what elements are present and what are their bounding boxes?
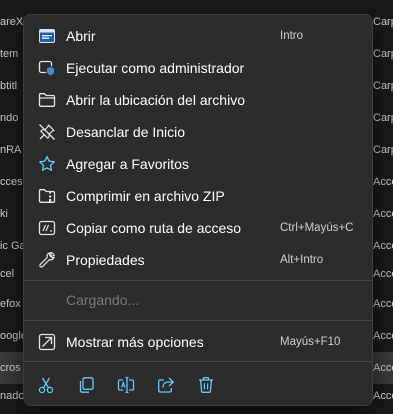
file-type: Carp	[373, 80, 393, 92]
folder-icon	[38, 91, 56, 109]
shield-icon	[38, 59, 56, 77]
unpin-icon	[38, 123, 56, 141]
menu-item-shortcut: Mayús+F10	[280, 336, 341, 348]
menu-item-compress-zip[interactable]: Comprimir en archivo ZIP	[30, 181, 366, 211]
copy-path-icon	[38, 219, 56, 237]
menu-item-open-file-location[interactable]: Abrir la ubicación del archivo	[30, 85, 366, 115]
menu-item-open[interactable]: Abrir Intro	[30, 21, 366, 51]
file-type: Carp	[373, 48, 393, 60]
file-type: Acce	[373, 176, 393, 188]
menu-separator	[24, 280, 372, 281]
menu-item-label: Abrir	[66, 28, 96, 44]
share-button[interactable]	[152, 371, 180, 399]
file-type: Acce	[373, 298, 393, 310]
cut-button[interactable]	[32, 371, 60, 399]
context-menu: Abrir Intro Ejecutar como administrador …	[23, 14, 373, 406]
file-type: Carp	[373, 144, 393, 156]
zip-folder-icon	[38, 187, 56, 205]
file-type: Carp	[373, 16, 393, 28]
more-options-icon	[38, 333, 56, 351]
menu-item-label: Comprimir en archivo ZIP	[66, 188, 225, 204]
file-type: Acce	[373, 390, 393, 402]
menu-item-run-as-admin[interactable]: Ejecutar como administrador	[30, 53, 366, 83]
wrench-icon	[38, 251, 56, 269]
file-type: Carp	[373, 112, 393, 124]
menu-separator	[24, 320, 372, 321]
open-app-icon	[38, 27, 56, 45]
menu-item-properties[interactable]: Propiedades Alt+Intro	[30, 245, 366, 275]
file-type: Acce	[373, 330, 393, 342]
menu-item-shortcut: Ctrl+Mayús+C	[280, 222, 354, 234]
menu-item-shortcut: Intro	[280, 30, 304, 42]
menu-item-label: Cargando...	[66, 292, 140, 308]
rename-button[interactable]	[112, 371, 140, 399]
file-type: Acce	[373, 268, 393, 280]
menu-item-unpin-start[interactable]: Desanclar de Inicio	[30, 117, 366, 147]
menu-item-shortcut: Alt+Intro	[280, 254, 324, 266]
menu-item-loading: Cargando...	[30, 285, 366, 315]
menu-item-label: Agregar a Favoritos	[66, 156, 189, 172]
menu-item-label: Ejecutar como administrador	[66, 60, 245, 76]
file-type: Acce	[373, 208, 393, 220]
star-icon	[38, 155, 56, 173]
menu-separator	[24, 361, 372, 362]
menu-item-add-favorites[interactable]: Agregar a Favoritos	[30, 149, 366, 179]
menu-item-label: Mostrar más opciones	[66, 334, 204, 350]
menu-item-copy-as-path[interactable]: Copiar como ruta de acceso Ctrl+Mayús+C	[30, 213, 366, 243]
menu-item-label: Propiedades	[66, 252, 145, 268]
menu-item-label: Abrir la ubicación del archivo	[66, 92, 245, 108]
menu-item-show-more-options[interactable]: Mostrar más opciones Mayús+F10	[30, 327, 366, 357]
copy-button[interactable]	[72, 371, 100, 399]
delete-button[interactable]	[192, 371, 220, 399]
menu-item-label: Copiar como ruta de acceso	[66, 220, 242, 236]
menu-item-label: Desanclar de Inicio	[66, 124, 186, 140]
